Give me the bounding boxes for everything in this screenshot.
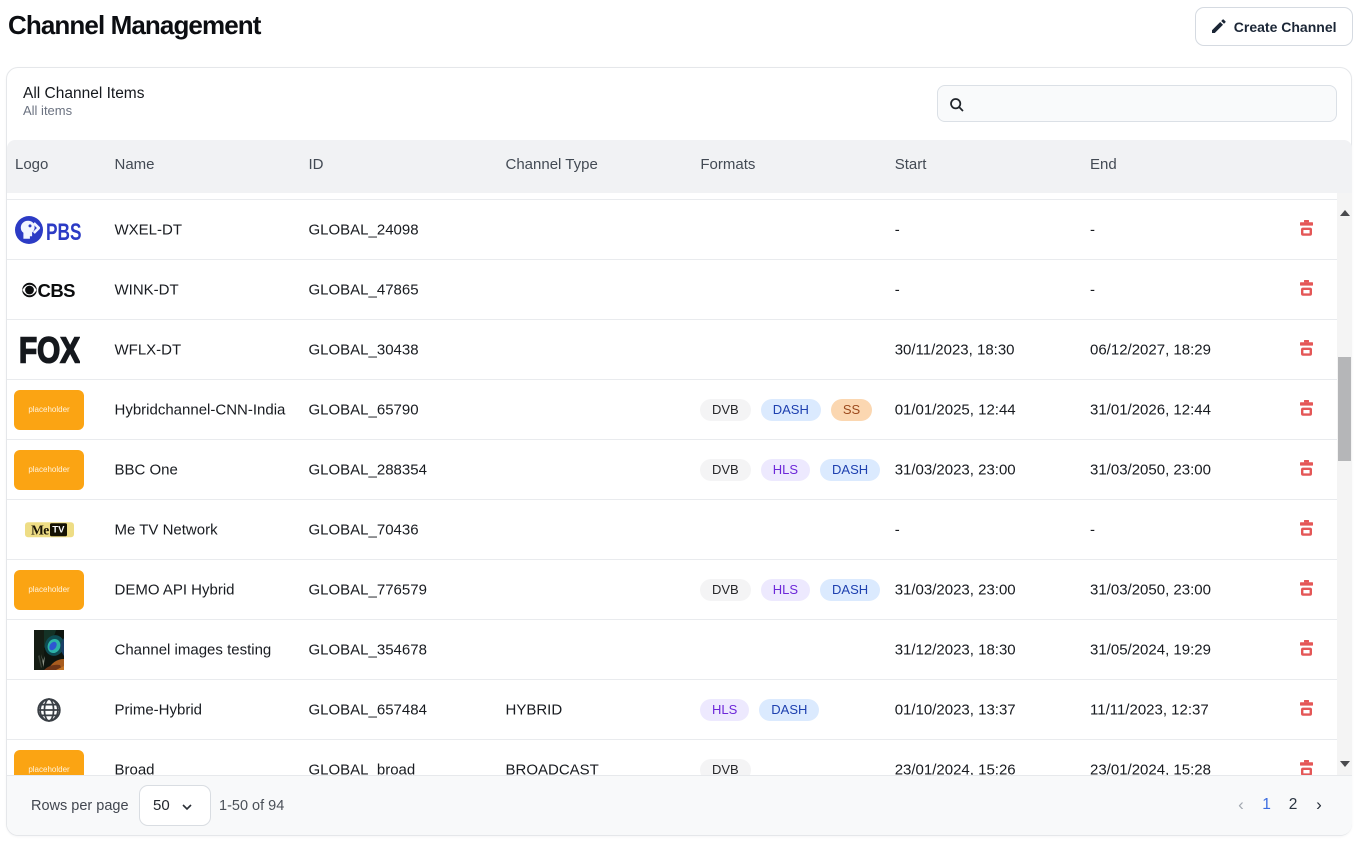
svg-text:FOX: FOX	[19, 336, 80, 364]
svg-text:PBS: PBS	[46, 218, 82, 245]
svg-text:CBS: CBS	[38, 280, 76, 300]
